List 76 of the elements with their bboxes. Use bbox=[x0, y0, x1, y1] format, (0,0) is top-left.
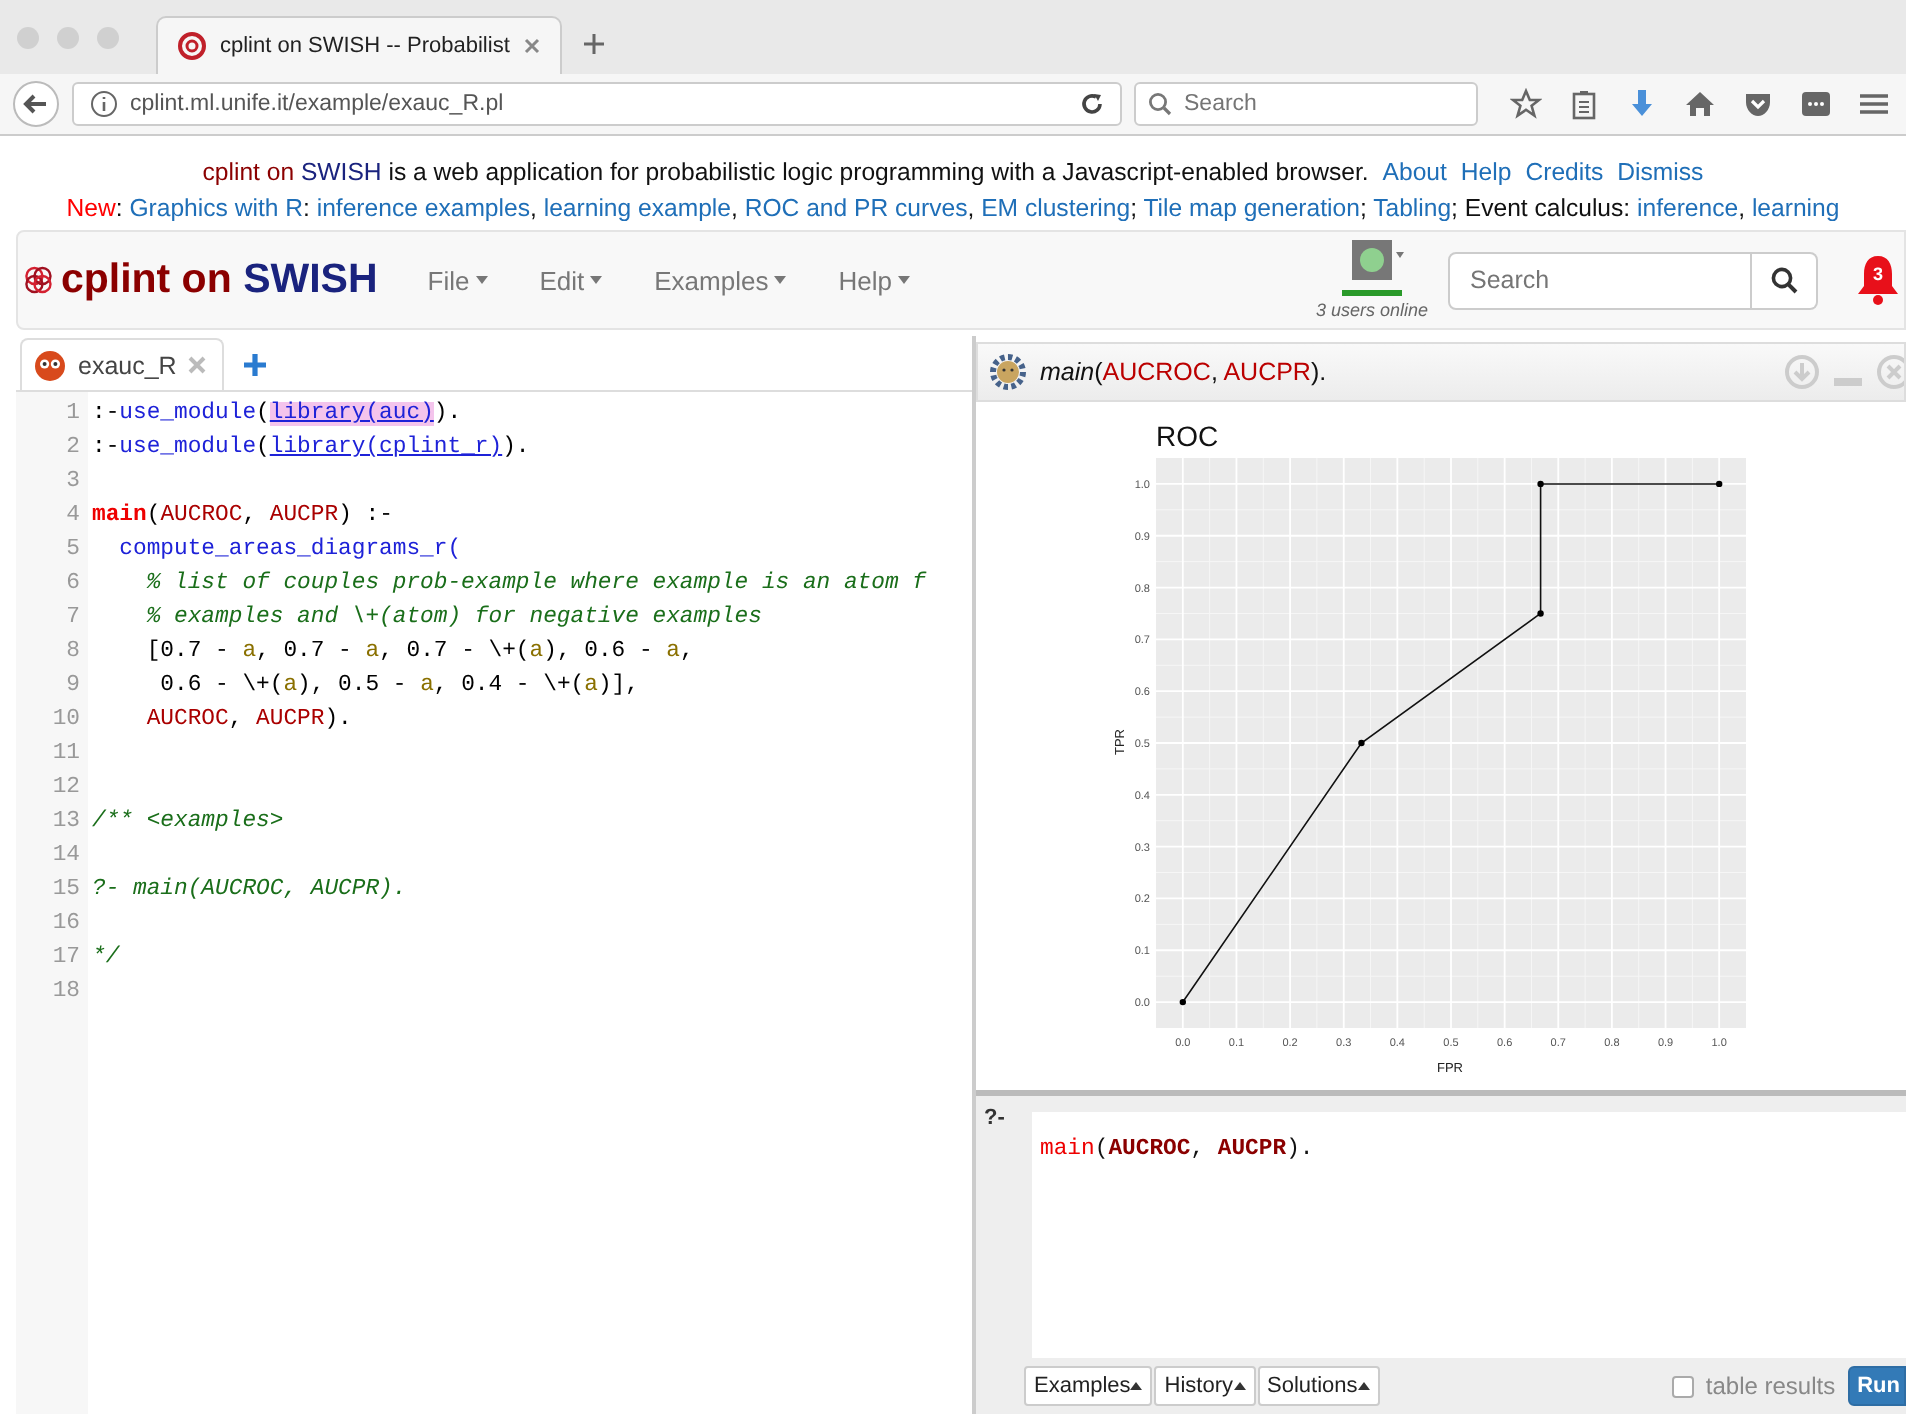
notice-text: , bbox=[967, 194, 977, 222]
code-line: [0.7 - a, 0.7 - a, 0.7 - \+(a), 0.6 - a, bbox=[144, 637, 694, 668]
code-line: ?- main(AUCROC, AUCPR). bbox=[92, 875, 407, 906]
code-line: % list of couples prob-example where example is an atom f bbox=[144, 569, 926, 600]
line-number: 5 bbox=[64, 536, 82, 566]
line-number: 7 bbox=[64, 604, 82, 634]
link[interactable]: Tabling bbox=[1373, 194, 1452, 222]
link[interactable]: Help bbox=[1460, 158, 1512, 186]
line-number: 8 bbox=[64, 638, 82, 668]
notice-text: New bbox=[66, 194, 116, 222]
users-online-text: 3 users online bbox=[1315, 300, 1428, 320]
line-number: 4 bbox=[64, 502, 82, 532]
link[interactable]: EM clustering bbox=[981, 194, 1131, 222]
menu-item[interactable]: Edit bbox=[513, 265, 629, 295]
menu-item[interactable]: Help bbox=[812, 265, 936, 295]
link[interactable]: learning bbox=[1751, 194, 1840, 222]
dropdown-button[interactable]: History bbox=[1154, 1366, 1256, 1406]
line-number: 2 bbox=[64, 434, 82, 464]
dropdown-button[interactable]: Solutions bbox=[1257, 1366, 1380, 1406]
notice-text: is a web application for probabilistic logic programming with a Javascript-enabled browser. bbox=[386, 158, 1369, 186]
line-number: 1 bbox=[64, 400, 82, 430]
browser-search-field[interactable]: Search bbox=[1134, 82, 1478, 126]
notice-text: : bbox=[303, 194, 312, 222]
run-button[interactable]: Run bbox=[1847, 1366, 1906, 1406]
line-number: 10 bbox=[50, 706, 82, 736]
link[interactable]: Credits bbox=[1525, 158, 1604, 186]
line-number: 9 bbox=[64, 672, 82, 702]
brand-title[interactable]: cplint on SWISH bbox=[60, 256, 378, 304]
link[interactable]: learning example bbox=[543, 194, 731, 222]
line-number: 13 bbox=[50, 808, 82, 838]
notice-text: , bbox=[731, 194, 740, 222]
search-field[interactable]: Search bbox=[1448, 251, 1752, 309]
code-line: :-use_module(library(auc)). bbox=[92, 399, 462, 430]
query-prompt: ?- bbox=[982, 1106, 1007, 1134]
query-editor[interactable]: main(AUCROC, AUCPR). bbox=[1032, 1112, 1906, 1358]
link[interactable]: ROC and PR curves bbox=[744, 194, 968, 222]
line-number: 12 bbox=[50, 774, 82, 804]
line-number: 16 bbox=[50, 910, 82, 940]
link[interactable]: Graphics with R bbox=[129, 194, 304, 222]
dropdown-button[interactable]: Examples bbox=[1024, 1366, 1153, 1406]
notice-text: ; Event calculus: bbox=[1451, 194, 1633, 222]
link[interactable]: Tile map generation bbox=[1143, 194, 1360, 222]
code-line: main(AUCROC, AUCPR) :- bbox=[92, 501, 393, 532]
code-line: :-use_module(library(cplint_r)). bbox=[92, 433, 530, 464]
notice-text: , bbox=[530, 194, 539, 222]
link[interactable]: About bbox=[1382, 158, 1447, 186]
line-number: 11 bbox=[50, 740, 82, 770]
menu-item[interactable]: File bbox=[401, 265, 514, 295]
menu-item[interactable]: Examples bbox=[628, 265, 813, 295]
code-line: */ bbox=[92, 943, 120, 974]
link[interactable]: inference bbox=[1637, 194, 1739, 222]
browser-tab[interactable]: cplint on SWISH -- Probabilist bbox=[156, 16, 562, 74]
line-number: 15 bbox=[50, 876, 82, 906]
line-number: 3 bbox=[64, 468, 82, 498]
line-number: 18 bbox=[50, 978, 82, 1008]
code-line: AUCROC, AUCPR). bbox=[144, 705, 352, 736]
code-line: % examples and \+(atom) for negative examples bbox=[144, 603, 762, 634]
code-line: /** <examples> bbox=[92, 807, 284, 838]
notice-text: ; bbox=[1130, 194, 1140, 222]
notice-text: cplint on bbox=[202, 158, 297, 186]
notice-text: ; bbox=[1359, 194, 1369, 222]
chart-title: ROC bbox=[1156, 420, 1219, 452]
editor-tab[interactable]: exauc_R bbox=[20, 338, 225, 390]
notice-text: : bbox=[115, 194, 125, 222]
notice-text: , bbox=[1738, 194, 1748, 222]
answer-query: main(AUCROC, AUCPR). bbox=[1040, 358, 1327, 386]
line-number: 17 bbox=[50, 944, 82, 974]
link[interactable]: Dismiss bbox=[1617, 158, 1704, 186]
line-number: 6 bbox=[64, 570, 82, 600]
notification-count: 3 bbox=[1870, 264, 1885, 284]
notice-text: SWISH bbox=[300, 158, 382, 186]
link[interactable]: inference examples bbox=[316, 194, 530, 222]
code-line: compute_areas_diagrams_r( bbox=[117, 535, 462, 566]
line-number: 14 bbox=[50, 842, 82, 872]
checkbox-label: table results bbox=[1705, 1372, 1836, 1400]
code-line: 0.6 - \+(a), 0.5 - a, 0.4 - \+(a)], bbox=[158, 671, 639, 702]
